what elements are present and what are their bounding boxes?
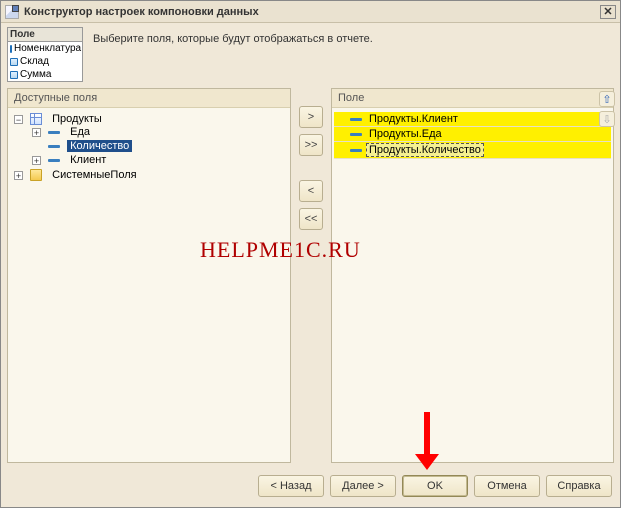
list-item-label-selected: Продукты.Количество	[366, 143, 484, 157]
move-up-button[interactable]: ⇧	[599, 91, 615, 107]
expander-icon[interactable]: +	[32, 156, 41, 165]
selected-fields-list[interactable]: Продукты.Клиент Продукты.Еда Продукты.Ко…	[332, 108, 613, 462]
window-title: Конструктор настроек компоновки данных	[24, 6, 259, 18]
transfer-buttons: > >> < <<	[297, 88, 325, 463]
available-fields-tree[interactable]: − Продукты + Еда К	[8, 108, 290, 462]
app-icon	[5, 5, 19, 19]
field-dash-icon	[48, 159, 60, 162]
list-item-label: Продукты.Клиент	[366, 113, 461, 125]
close-button[interactable]: ✕	[600, 5, 616, 19]
field-dash-icon	[350, 133, 362, 136]
tree-node-produkty[interactable]: Продукты	[49, 113, 105, 125]
move-down-button[interactable]: ⇩	[599, 111, 615, 127]
list-item-label: Продукты.Еда	[366, 128, 445, 140]
add-button[interactable]: >	[299, 106, 323, 128]
list-item[interactable]: Продукты.Еда	[334, 127, 611, 142]
remove-all-button[interactable]: <<	[299, 208, 323, 230]
titlebar: Конструктор настроек компоновки данных ✕	[1, 1, 620, 23]
fields-preview-row: Номенклатура	[8, 42, 82, 55]
fields-preview-row: Сумма	[8, 68, 82, 81]
selected-fields-header: Поле	[332, 89, 613, 108]
field-dash-icon	[350, 118, 362, 121]
remove-button[interactable]: <	[299, 180, 323, 202]
expander-icon[interactable]: +	[32, 128, 41, 137]
tree-node-eda[interactable]: Еда	[67, 126, 93, 138]
panes: Доступные поля − Продукты + Еда	[1, 82, 620, 469]
intro-text: Выберите поля, которые будут отображатьс…	[93, 33, 373, 45]
tree-node-kolichestvo[interactable]: Количество	[67, 140, 132, 152]
table-icon	[30, 113, 42, 125]
folder-icon	[30, 169, 42, 181]
tree-node-klient[interactable]: Клиент	[67, 154, 109, 166]
next-button[interactable]: Далее >	[330, 475, 396, 497]
field-icon	[10, 71, 18, 79]
window: Конструктор настроек компоновки данных ✕…	[0, 0, 621, 508]
back-button[interactable]: < Назад	[258, 475, 324, 497]
fields-preview-row: Склад	[8, 55, 82, 68]
fields-preview-box: Поле Номенклатура Склад Сумма	[7, 27, 83, 82]
add-all-button[interactable]: >>	[299, 134, 323, 156]
reorder-buttons: ⇧ ⇩	[599, 91, 615, 127]
available-fields-panel: Доступные поля − Продукты + Еда	[7, 88, 291, 463]
list-item[interactable]: Продукты.Клиент	[334, 112, 611, 127]
list-item[interactable]: Продукты.Количество	[334, 142, 611, 159]
top-row: Поле Номенклатура Склад Сумма Выберите п…	[1, 23, 620, 82]
expander-icon[interactable]: −	[14, 115, 23, 124]
field-dash-icon	[48, 145, 60, 148]
fields-preview-header: Поле	[8, 28, 82, 42]
help-button[interactable]: Справка	[546, 475, 612, 497]
field-label: Сумма	[20, 68, 51, 81]
ok-button[interactable]: OK	[402, 475, 468, 497]
tree-node-system[interactable]: СистемныеПоля	[49, 169, 139, 181]
field-dash-icon	[48, 131, 60, 134]
available-fields-header: Доступные поля	[8, 89, 290, 108]
footer-buttons: < Назад Далее > OK Отмена Справка	[1, 469, 620, 507]
selected-fields-panel: Поле Продукты.Клиент Продукты.Еда Продук…	[331, 88, 614, 463]
field-label: Склад	[20, 55, 49, 68]
expander-icon[interactable]: +	[14, 171, 23, 180]
field-icon	[10, 45, 12, 53]
field-icon	[10, 58, 18, 66]
cancel-button[interactable]: Отмена	[474, 475, 540, 497]
field-dash-icon	[350, 149, 362, 152]
field-label: Номенклатура	[14, 42, 81, 55]
